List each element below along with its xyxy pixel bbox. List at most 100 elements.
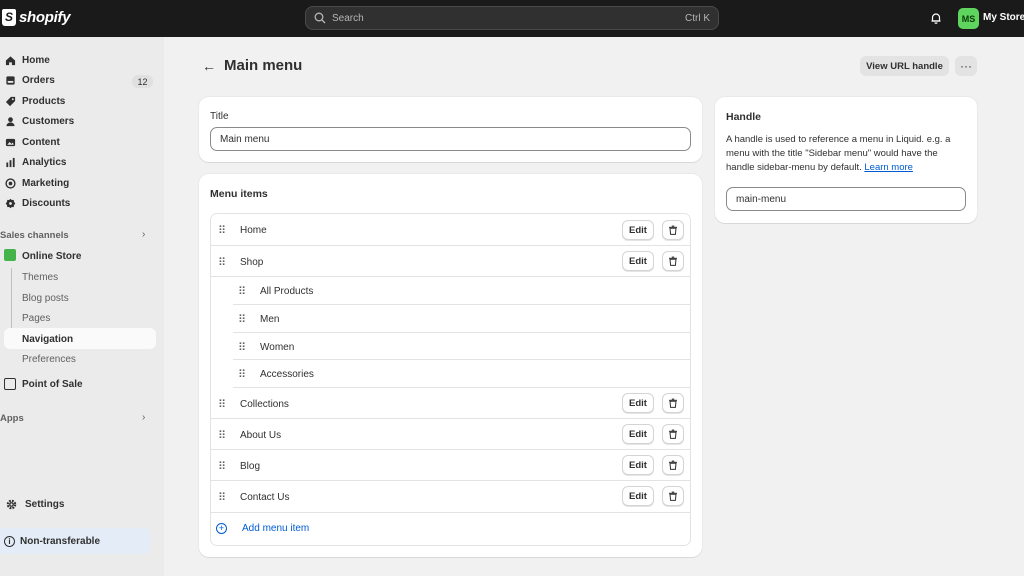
- drag-handle-icon[interactable]: ⠿: [218, 224, 226, 237]
- delete-button[interactable]: [662, 251, 684, 271]
- chevron-right-icon[interactable]: ›: [142, 412, 145, 423]
- sidebar-item-label: Home: [22, 55, 50, 66]
- sidebar-item-label: Content: [22, 137, 60, 148]
- nested-list-item[interactable]: ⠿ Accessories: [233, 360, 690, 388]
- drag-handle-icon[interactable]: ⠿: [238, 285, 246, 298]
- delete-button[interactable]: [662, 220, 684, 240]
- sidebar-item-discounts[interactable]: Discounts: [0, 194, 70, 213]
- help-line: A handle is used to reference a menu in …: [726, 134, 951, 145]
- page-title: Main menu: [224, 57, 303, 74]
- sidebar-subitem-preferences[interactable]: Preferences: [22, 354, 76, 365]
- delete-button[interactable]: [662, 455, 684, 475]
- chevron-right-icon[interactable]: ›: [142, 229, 145, 240]
- back-arrow-icon[interactable]: ←: [202, 58, 216, 74]
- sidebar-item-orders[interactable]: Orders: [0, 71, 55, 90]
- help-line: menu with the title "Sidebar menu" would…: [726, 148, 938, 159]
- list-item[interactable]: ⠿ Shop Edit: [211, 246, 690, 277]
- menu-items-list: ⠿ Home Edit ⠿ Shop Edit ⠿ All Products ⠿…: [210, 213, 691, 546]
- nested-list-item[interactable]: ⠿ All Products: [233, 277, 690, 305]
- shopify-bag-icon: [2, 9, 16, 26]
- menu-item-label: Contact Us: [240, 492, 290, 503]
- title-label: Title: [210, 111, 229, 122]
- trash-icon: [669, 429, 677, 439]
- edit-button[interactable]: Edit: [622, 251, 654, 271]
- menu-item-label: About Us: [240, 430, 282, 441]
- non-transferable-banner[interactable]: i Non-transferable: [0, 528, 150, 554]
- sidebar-item-label: Online Store: [22, 251, 82, 262]
- drag-handle-icon[interactable]: ⠿: [218, 460, 226, 473]
- menu-item-label: Home: [240, 225, 267, 236]
- drag-handle-icon[interactable]: ⠿: [218, 491, 226, 504]
- handle-input[interactable]: main-menu: [726, 187, 966, 211]
- sidebar-item-products[interactable]: Products: [0, 92, 65, 111]
- trash-icon: [669, 256, 677, 266]
- orders-icon: [4, 75, 16, 87]
- help-line-text: handle sidebar-menu by default.: [726, 162, 862, 173]
- sidebar-item-settings[interactable]: Settings: [0, 495, 64, 514]
- help-line-3: handle sidebar-menu by default. Learn mo…: [726, 161, 971, 175]
- avatar[interactable]: MS: [958, 8, 979, 29]
- add-menu-item-button[interactable]: + Add menu item: [216, 523, 309, 534]
- sidebar-subitem-pages[interactable]: Pages: [22, 313, 50, 324]
- trash-icon: [669, 491, 677, 501]
- drag-handle-icon[interactable]: ⠿: [238, 313, 246, 326]
- drag-handle-icon[interactable]: ⠿: [238, 368, 246, 381]
- bell-icon[interactable]: [929, 11, 943, 25]
- sidebar-subitem-themes[interactable]: Themes: [22, 272, 58, 283]
- sidebar-item-label: Discounts: [22, 198, 71, 209]
- menu-item-label: Women: [260, 342, 295, 353]
- edit-button[interactable]: Edit: [622, 424, 654, 444]
- list-item[interactable]: ⠿ Collections Edit: [211, 388, 690, 419]
- learn-more-link[interactable]: Learn more: [864, 162, 913, 173]
- list-item[interactable]: ⠿ About Us Edit: [211, 419, 690, 450]
- list-item[interactable]: ⠿ Home Edit: [211, 214, 690, 246]
- delete-button[interactable]: [662, 393, 684, 413]
- sidebar-item-marketing[interactable]: Marketing: [0, 174, 69, 193]
- title-input[interactable]: Main menu: [210, 127, 691, 151]
- drag-handle-icon[interactable]: ⠿: [218, 429, 226, 442]
- view-url-handle-button[interactable]: View URL handle: [860, 56, 949, 76]
- sidebar-item-online-store[interactable]: Online Store: [16, 247, 81, 266]
- sidebar-item-label: Products: [22, 96, 66, 107]
- nested-list-item[interactable]: ⠿ Men: [233, 305, 690, 333]
- orders-count-badge: 12: [132, 75, 153, 88]
- search-bar[interactable]: Search Ctrl K: [305, 6, 719, 30]
- sidebar-subitem-blog-posts[interactable]: Blog posts: [22, 293, 69, 304]
- more-actions-button[interactable]: ···: [955, 56, 977, 76]
- edit-button[interactable]: Edit: [622, 486, 654, 506]
- edit-button[interactable]: Edit: [622, 455, 654, 475]
- list-item[interactable]: ⠿ Contact Us Edit: [211, 481, 690, 513]
- sidebar-item-content[interactable]: Content: [0, 133, 60, 152]
- sales-channels-label[interactable]: Sales channels: [0, 230, 69, 241]
- sidebar-item-analytics[interactable]: Analytics: [0, 153, 66, 172]
- menu-item-label: Men: [260, 314, 280, 325]
- edit-button[interactable]: Edit: [622, 220, 654, 240]
- menu-item-label: All Products: [260, 286, 314, 297]
- edit-button[interactable]: Edit: [622, 393, 654, 413]
- nested-list-item[interactable]: ⠿ Women: [233, 333, 690, 360]
- person-icon: [4, 116, 16, 128]
- menu-item-label: Blog: [240, 461, 261, 472]
- sidebar-item-customers[interactable]: Customers: [0, 112, 74, 131]
- brand-name: shopify: [19, 9, 71, 26]
- sidebar-subitem-navigation[interactable]: Navigation: [22, 334, 73, 345]
- bar-chart-icon: [4, 157, 16, 169]
- sidebar-item-point-of-sale[interactable]: Point of Sale: [16, 375, 83, 394]
- menu-item-label: Collections: [240, 399, 289, 410]
- list-item[interactable]: ⠿ Blog Edit: [211, 450, 690, 481]
- info-icon: i: [4, 535, 15, 547]
- shopify-logo[interactable]: shopify: [2, 9, 71, 26]
- image-icon: [4, 137, 16, 149]
- add-menu-item-label: Add menu item: [242, 523, 310, 534]
- sidebar-item-label: Orders: [22, 75, 55, 86]
- sidebar-item-home[interactable]: Home: [0, 51, 50, 70]
- search-placeholder: Search: [332, 12, 364, 24]
- delete-button[interactable]: [662, 424, 684, 444]
- store-name[interactable]: My Store: [983, 12, 1024, 23]
- drag-handle-icon[interactable]: ⠿: [218, 256, 226, 269]
- delete-button[interactable]: [662, 486, 684, 506]
- sidebar-item-label: Point of Sale: [22, 379, 83, 390]
- apps-label[interactable]: Apps: [0, 413, 24, 424]
- drag-handle-icon[interactable]: ⠿: [218, 398, 226, 411]
- drag-handle-icon[interactable]: ⠿: [238, 341, 246, 354]
